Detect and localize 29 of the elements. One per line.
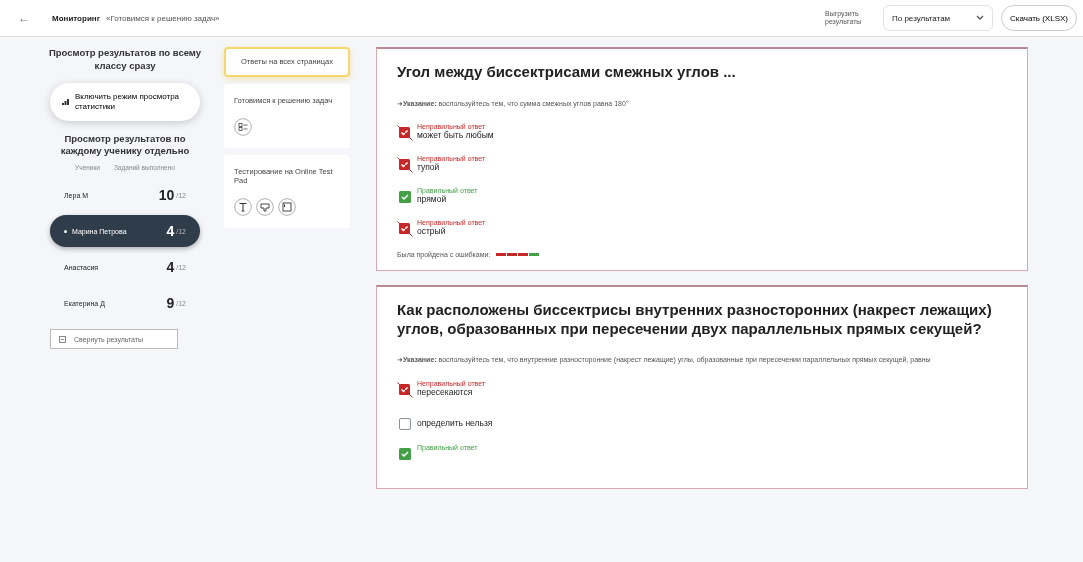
hand-icon [256,198,274,216]
score: 4 [166,223,175,240]
score: 9 [166,295,175,312]
answer-text: пересекаются [417,386,474,397]
answer-text: может быть любым [417,129,494,140]
answer-text: тупой [417,161,440,172]
chevron-down-icon [976,15,984,21]
question-title: Угол между биссектрисами смежных углов ... [397,63,737,82]
attempts-bar [496,252,540,256]
list-icon [234,117,252,136]
section-heading: Просмотр результатов по всему классу сразу [47,47,203,73]
statistics-button[interactable]: Включить режим просмотра статистики [50,82,200,121]
score: 10 [158,187,175,204]
text-icon [234,198,252,216]
collapse-icon [59,335,66,343]
page-title: Мониторинг [52,13,100,23]
frame-icon [278,198,296,216]
download-button[interactable]: Скачать (XLSX) [1001,5,1077,31]
page-subtitle: «Готовимся к решению задач» [105,13,220,23]
answer-text: определить нельзя [417,417,493,428]
score: 4 [166,259,175,276]
question-title: Как расположены биссектрисы внутренних разносторонних (накрест лежащих) углов, образованных при пересечении двух параллельных прямых секущей? [397,300,993,339]
bar-chart-icon [62,98,69,105]
answer-text: прямой [417,193,447,204]
section-heading: Просмотр результатов по каждому ученику отдельно [59,132,191,159]
back-button[interactable]: ← [18,11,30,25]
sort-dropdown[interactable]: По результатам [883,5,993,31]
bullet-dot [64,229,67,233]
answer-text: острый [417,225,446,236]
